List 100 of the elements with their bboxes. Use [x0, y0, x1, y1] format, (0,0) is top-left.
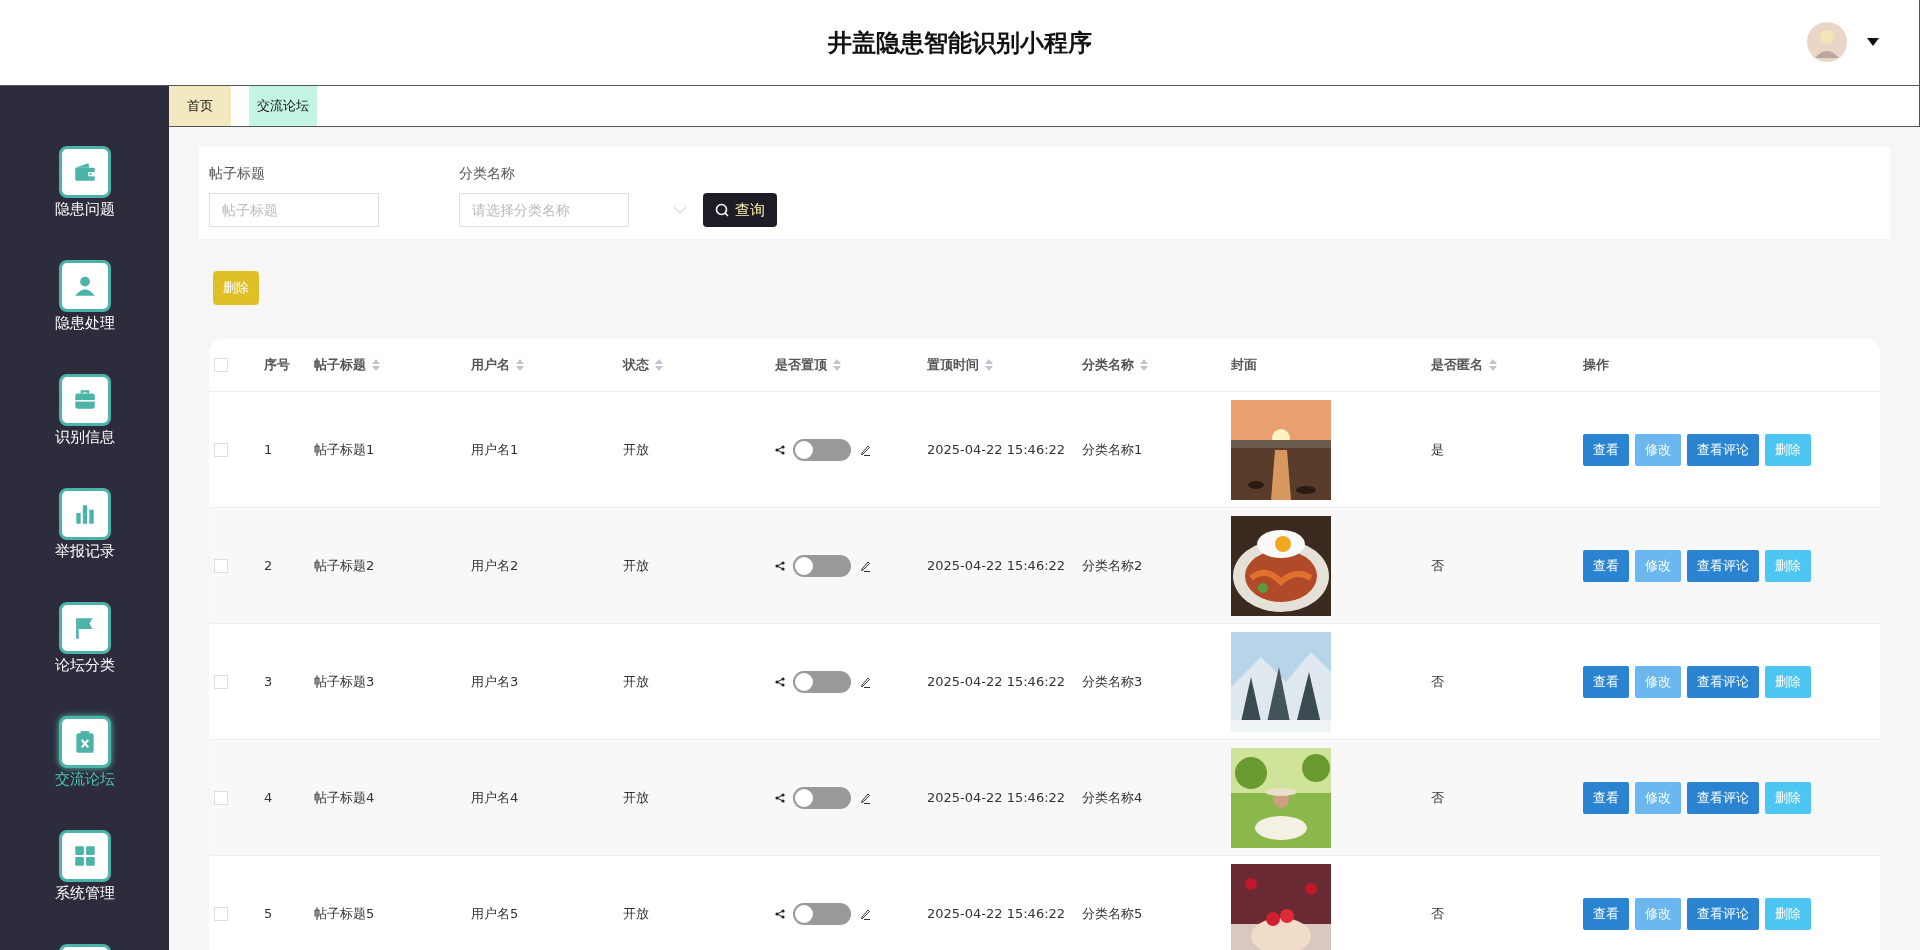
search-button[interactable]: 查询: [703, 193, 777, 227]
table-cell: 用户名1: [471, 440, 519, 459]
table-cell: 用户名5: [471, 904, 519, 923]
row-checkbox[interactable]: [214, 790, 228, 805]
sidebar-icon-box[interactable]: [58, 830, 111, 882]
column-header: 操作: [1583, 356, 1609, 374]
table-cell: 2025-04-22 15:46:22: [927, 558, 1066, 573]
share-icon[interactable]: [775, 444, 785, 455]
tab[interactable]: 首页: [169, 86, 231, 126]
action-button[interactable]: 查看评论: [1687, 433, 1759, 466]
table-cell: 2025-04-22 15:46:22: [927, 790, 1066, 805]
table-cell: 开放: [623, 556, 649, 575]
column-header[interactable]: 是否置顶: [775, 356, 841, 374]
sidebar-icon-box[interactable]: [58, 602, 111, 654]
pin-switch[interactable]: [793, 438, 851, 461]
app-title: 井盖隐患智能识别小程序: [827, 27, 1092, 59]
action-button[interactable]: 查看: [1583, 665, 1629, 698]
category-select[interactable]: 请选择分类名称: [459, 193, 629, 227]
table-cell: 否: [1431, 556, 1444, 575]
pin-switch[interactable]: [793, 902, 851, 925]
table-cell: 帖子标题2: [314, 556, 375, 575]
sidebar-icon-box[interactable]: [58, 374, 111, 426]
table-cell: 分类名称4: [1082, 788, 1143, 807]
table-cell: 4: [264, 790, 273, 805]
column-header[interactable]: 状态: [623, 356, 663, 374]
table-cell: 分类名称1: [1082, 440, 1143, 459]
column-header[interactable]: 是否匿名: [1431, 356, 1497, 374]
table-cell: 否: [1431, 904, 1444, 923]
sidebar-icon-box[interactable]: [58, 716, 111, 768]
sidebar-icon-box[interactable]: [58, 146, 111, 198]
sidebar-label: 隐患问题: [54, 200, 115, 219]
table-cell: 帖子标题3: [314, 672, 375, 691]
sidebar-label: 隐患处理: [54, 314, 115, 333]
action-button[interactable]: 修改: [1635, 433, 1681, 466]
table-cell: 用户名4: [471, 788, 519, 807]
search-icon: [715, 203, 729, 217]
pencil-icon[interactable]: [859, 907, 871, 920]
share-icon[interactable]: [775, 676, 785, 687]
column-header[interactable]: 置顶时间: [927, 356, 993, 374]
pin-switch[interactable]: [793, 670, 851, 693]
table-cell: 1: [264, 442, 273, 457]
table-cell: 是: [1431, 440, 1444, 459]
pencil-icon[interactable]: [859, 791, 871, 804]
table-cell: 帖子标题1: [314, 440, 375, 459]
table-cell: 分类名称5: [1082, 904, 1143, 923]
column-header[interactable]: 分类名称: [1082, 356, 1148, 374]
table-cell: 2025-04-22 15:46:22: [927, 906, 1066, 921]
action-button[interactable]: 查看评论: [1687, 781, 1759, 814]
table-cell: 开放: [623, 904, 649, 923]
action-button[interactable]: 查看评论: [1687, 665, 1759, 698]
action-button[interactable]: 查看: [1583, 549, 1629, 582]
sidebar-label: 系统管理: [54, 884, 115, 903]
pin-switch[interactable]: [793, 786, 851, 809]
action-button[interactable]: 查看评论: [1687, 549, 1759, 582]
column-header: 封面: [1231, 356, 1257, 374]
table-cell: 帖子标题5: [314, 904, 375, 923]
table-cell: 否: [1431, 788, 1444, 807]
sidebar-icon-box[interactable]: [58, 488, 111, 540]
pin-switch[interactable]: [793, 554, 851, 577]
action-button[interactable]: 查看: [1583, 897, 1629, 930]
share-icon[interactable]: [775, 792, 785, 803]
chevron-down-icon: [673, 206, 687, 214]
table-cell: 用户名3: [471, 672, 519, 691]
pencil-icon[interactable]: [859, 675, 871, 688]
pencil-icon[interactable]: [859, 559, 871, 572]
action-button[interactable]: 修改: [1635, 665, 1681, 698]
action-button[interactable]: 修改: [1635, 897, 1681, 930]
pencil-icon[interactable]: [859, 443, 871, 456]
field-label: 分类名称: [459, 165, 516, 183]
column-header[interactable]: 帖子标题: [314, 356, 380, 374]
select-all-checkbox[interactable]: [214, 358, 228, 372]
sidebar-icon-box[interactable]: [58, 260, 111, 312]
column-header[interactable]: 用户名: [471, 356, 524, 374]
table-cell: 分类名称3: [1082, 672, 1143, 691]
table-cell: 开放: [623, 440, 649, 459]
share-icon[interactable]: [775, 908, 785, 919]
sidebar-label: 交流论坛: [54, 770, 115, 789]
table-cell: 开放: [623, 788, 649, 807]
row-checkbox[interactable]: [214, 442, 228, 457]
action-button[interactable]: 修改: [1635, 549, 1681, 582]
field-label: 帖子标题: [209, 165, 266, 183]
title-input[interactable]: 帖子标题: [209, 193, 379, 227]
row-checkbox[interactable]: [214, 674, 228, 689]
table-cell: 2: [264, 558, 273, 573]
action-button[interactable]: 修改: [1635, 781, 1681, 814]
column-header: 序号: [264, 356, 290, 374]
sidebar-label: 识别信息: [54, 428, 115, 447]
action-button[interactable]: 查看: [1583, 433, 1629, 466]
table-cell: 分类名称2: [1082, 556, 1143, 575]
table-cell: 2025-04-22 15:46:22: [927, 674, 1066, 689]
row-checkbox[interactable]: [214, 558, 228, 573]
action-button[interactable]: 查看评论: [1687, 897, 1759, 930]
action-button[interactable]: 查看: [1583, 781, 1629, 814]
sidebar-label: 举报记录: [54, 542, 115, 561]
table-cell: 开放: [623, 672, 649, 691]
row-checkbox[interactable]: [214, 906, 228, 921]
table-cell: 5: [264, 906, 273, 921]
caret-icon[interactable]: [1867, 38, 1879, 46]
tab[interactable]: 交流论坛: [249, 86, 317, 126]
share-icon[interactable]: [775, 560, 785, 571]
